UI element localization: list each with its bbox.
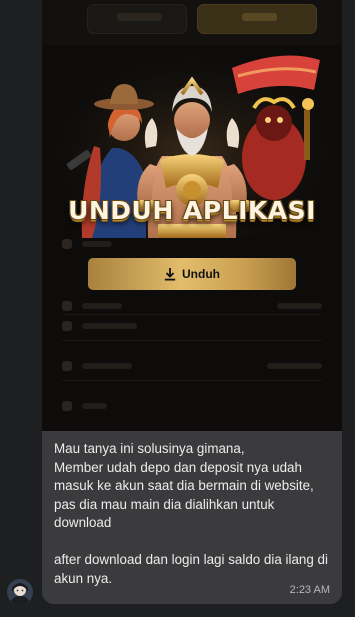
blurred-menu-row bbox=[62, 357, 322, 375]
message-spacer bbox=[54, 533, 334, 552]
blurred-menu-icon bbox=[62, 401, 72, 411]
blurred-menu-text bbox=[82, 403, 107, 409]
message-text: Mau tanya ini solusinya gimana, Member u… bbox=[54, 440, 334, 588]
blurred-divider bbox=[62, 380, 322, 381]
blurred-menu-icon bbox=[62, 239, 72, 249]
blurred-menu-text bbox=[267, 363, 322, 369]
message-timestamp: 2:23 AM bbox=[289, 584, 330, 596]
blurred-menu-row bbox=[62, 235, 322, 253]
download-button-label: Unduh bbox=[182, 267, 220, 281]
blurred-menu-text bbox=[82, 303, 122, 309]
blurred-menu-text bbox=[82, 323, 137, 329]
blurred-divider bbox=[62, 340, 322, 341]
download-icon bbox=[164, 267, 176, 280]
blurred-menu-icon bbox=[62, 321, 72, 331]
sender-avatar[interactable] bbox=[7, 579, 33, 605]
blurred-menu-text bbox=[82, 363, 132, 369]
blurred-menu-row bbox=[62, 397, 322, 415]
chat-view: UNDUH APLIKASI Unduh Mau tanya ini solus… bbox=[0, 0, 355, 617]
message-paragraph: after download dan login lagi saldo dia … bbox=[54, 552, 332, 586]
banner-title-wrapper: UNDUH APLIKASI bbox=[42, 196, 342, 225]
blurred-menu-icon bbox=[62, 361, 72, 371]
blurred-menu-icon bbox=[62, 301, 72, 311]
blurred-menu-row bbox=[62, 297, 322, 315]
blurred-menu-row bbox=[62, 317, 322, 335]
attached-image[interactable]: UNDUH APLIKASI Unduh bbox=[42, 0, 342, 431]
blurred-menu-text bbox=[82, 241, 112, 247]
message-bubble: UNDUH APLIKASI Unduh Mau tanya ini solus… bbox=[42, 0, 342, 604]
blurred-divider bbox=[62, 314, 322, 315]
download-button[interactable]: Unduh bbox=[88, 258, 296, 290]
blurred-menu-text bbox=[277, 303, 322, 309]
blurred-text bbox=[242, 13, 277, 21]
message-paragraph: Mau tanya ini solusinya gimana, Member u… bbox=[54, 441, 314, 530]
blurred-text bbox=[117, 13, 162, 21]
banner-title: UNDUH APLIKASI bbox=[68, 196, 316, 225]
